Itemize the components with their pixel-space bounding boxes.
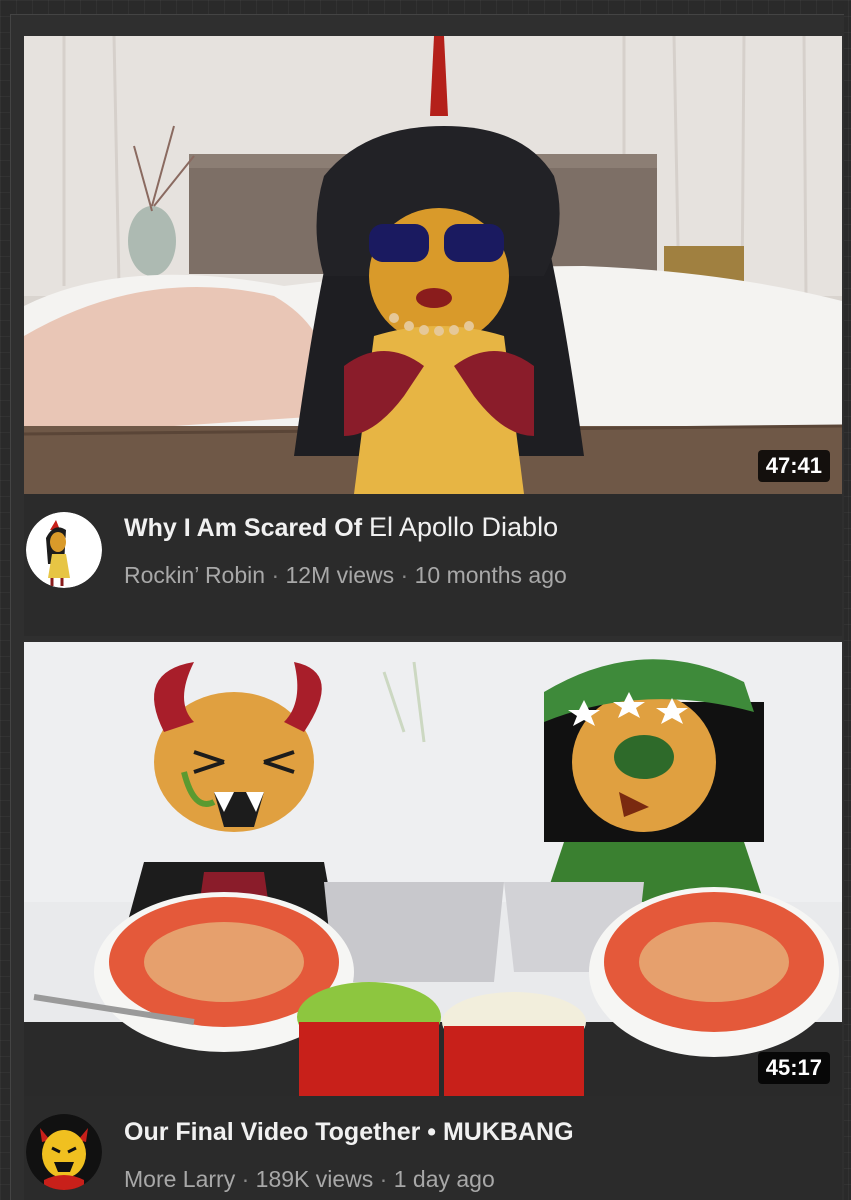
separator: · xyxy=(379,1166,388,1192)
mukbang-thumbnail-illustration xyxy=(24,642,842,1096)
video-meta-1: Why I Am Scared Of El Apollo Diablo Rock… xyxy=(24,496,842,636)
view-count: 189K views xyxy=(255,1166,374,1192)
channel-prefix: More xyxy=(124,1166,177,1192)
page: 47:41 Why I Am Scared Of El Apollo Diabl… xyxy=(0,0,851,1200)
video-meta-2: Our Final Video Together • MUKBANG More … xyxy=(24,1098,842,1200)
video-card-1[interactable]: 47:41 Why I Am Scared Of El Apollo Diabl… xyxy=(24,36,842,636)
separator: · xyxy=(271,562,280,588)
duration-badge: 47:41 xyxy=(757,450,830,482)
video-title[interactable]: Why I Am Scared Of El Apollo Diablo xyxy=(124,512,558,543)
video-card-2[interactable]: 45:17 Our Final Video Together • MUKBANG… xyxy=(24,642,842,1200)
channel-avatar[interactable] xyxy=(26,1114,102,1190)
video-title[interactable]: Our Final Video Together • MUKBANG xyxy=(124,1118,574,1147)
video-title-main: Why I Am Scared Of xyxy=(124,514,363,542)
video-subline: More Larry · 189K views · 1 day ago xyxy=(124,1166,495,1193)
video-thumbnail-2[interactable]: 45:17 xyxy=(24,642,842,1096)
yellow-devil-character-avatar-icon xyxy=(26,1114,102,1190)
video-title-extra: El Apollo Diablo xyxy=(368,512,559,542)
chicken-character-avatar-icon xyxy=(26,512,102,588)
separator: · xyxy=(241,1166,250,1192)
separator: · xyxy=(400,562,409,588)
bedroom-thumbnail-illustration xyxy=(24,36,842,494)
duration-badge: 45:17 xyxy=(757,1052,830,1084)
channel-avatar[interactable] xyxy=(26,512,102,588)
channel-name[interactable]: Rockin’ Robin xyxy=(124,562,265,588)
video-thumbnail-1[interactable]: 47:41 xyxy=(24,36,842,494)
video-subline: Rockin’ Robin · 12M views · 10 months ag… xyxy=(124,562,567,589)
channel-name[interactable]: Larry xyxy=(183,1166,235,1192)
view-count: 12M views xyxy=(285,562,395,588)
upload-age: 1 day ago xyxy=(393,1166,495,1192)
upload-age: 10 months ago xyxy=(414,562,567,588)
